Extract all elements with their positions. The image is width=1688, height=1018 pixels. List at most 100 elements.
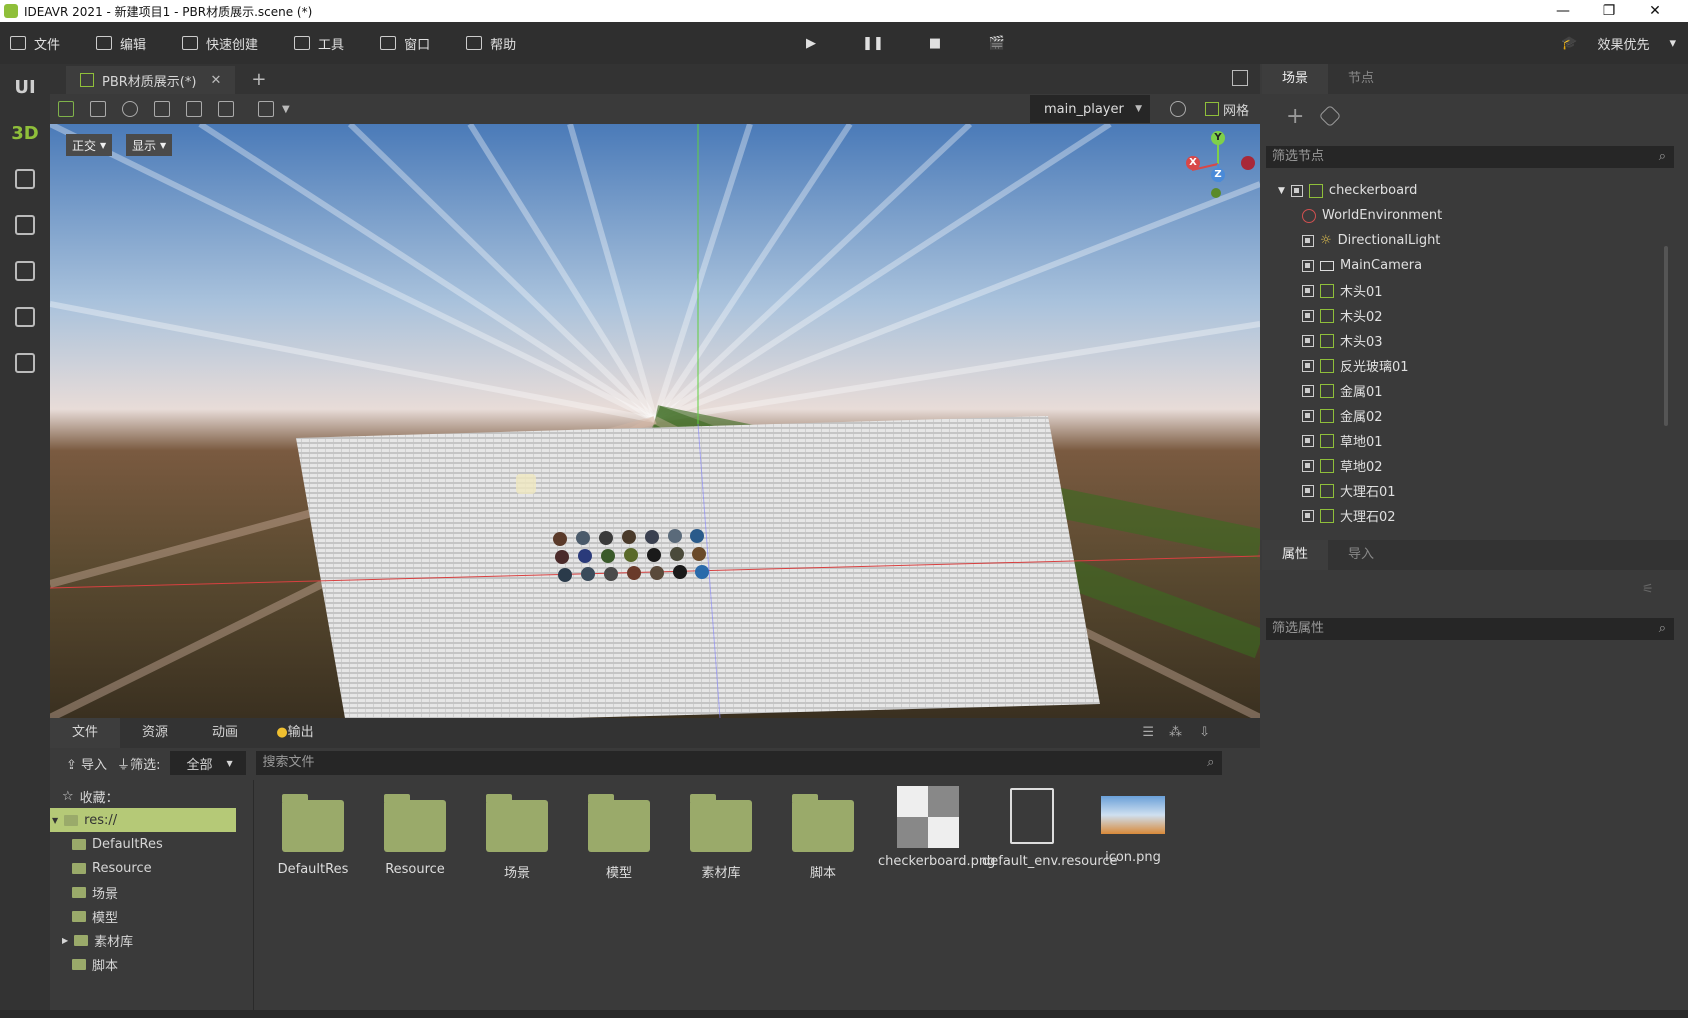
pause-icon[interactable]: ❚❚ <box>842 36 904 51</box>
display-mode-select[interactable]: 显示 ▼ <box>126 134 173 156</box>
player-select[interactable]: main_player ▼ <box>1030 95 1150 123</box>
settings-panel-button[interactable] <box>0 248 50 294</box>
tree-node-marble-01[interactable]: 大理石01 <box>1302 478 1396 503</box>
menu-tools[interactable]: 工具 <box>284 22 354 64</box>
tab-properties[interactable]: 属性 <box>1262 540 1328 570</box>
file-item[interactable]: default_env.resource <box>982 786 1118 869</box>
ruler-icon[interactable] <box>258 101 274 117</box>
dir-item-model[interactable]: 模型 <box>72 904 118 928</box>
tab-resources[interactable]: 资源 <box>120 718 190 748</box>
menu-edit[interactable]: 编辑 <box>86 22 156 64</box>
menu-window[interactable]: 窗口 <box>370 22 440 64</box>
visibility-checkbox[interactable] <box>1302 259 1314 272</box>
tree-node-glass-01[interactable]: 反光玻璃01 <box>1302 353 1409 378</box>
gizmo-z-axis[interactable]: Z <box>1211 168 1225 182</box>
grid-toggle[interactable]: 网格 <box>1205 95 1249 123</box>
dir-item-resource[interactable]: Resource <box>72 856 152 880</box>
close-icon[interactable]: ✕ <box>210 73 221 88</box>
select-tool-icon[interactable] <box>58 101 74 117</box>
visibility-checkbox[interactable] <box>1302 434 1314 447</box>
tab-output[interactable]: ●输出 <box>260 718 330 748</box>
dir-item-scene[interactable]: 场景 <box>72 880 118 904</box>
tree-node-wood-02[interactable]: 木头02 <box>1302 303 1383 328</box>
import-button[interactable]: ⇪ 导入 <box>66 754 107 773</box>
file-item[interactable]: 素材库 <box>674 786 768 881</box>
list-view-icon[interactable]: ☰ <box>1142 725 1154 740</box>
fullscreen-icon[interactable] <box>1232 70 1248 86</box>
file-item[interactable]: icon.png <box>1086 786 1180 865</box>
dir-item-res[interactable]: ▼ res:// <box>50 808 236 832</box>
tree-node-wood-01[interactable]: 木头01 <box>1302 278 1383 303</box>
quality-select[interactable]: 效果优先 <box>1597 34 1649 53</box>
play-icon[interactable]: ▶ <box>780 36 842 51</box>
axis-tool-icon[interactable] <box>186 101 202 117</box>
scale-tool-icon[interactable] <box>154 101 170 117</box>
file-item[interactable]: Resource <box>368 786 462 877</box>
tree-node-checkerboard[interactable]: ▼ checkerboard <box>1278 178 1417 203</box>
graduation-cap-icon[interactable]: 🎓 <box>1561 36 1577 51</box>
visibility-checkbox[interactable] <box>1302 484 1314 497</box>
menu-help[interactable]: 帮助 <box>456 22 526 64</box>
menu-quick-create[interactable]: 快速创建 <box>172 22 268 64</box>
node-filter-input[interactable]: 筛选节点 ⌕ <box>1266 146 1674 168</box>
tab-files[interactable]: 文件 <box>50 718 120 748</box>
favorites-item[interactable]: ☆ 收藏： <box>62 784 119 808</box>
rotate-tool-icon[interactable] <box>122 101 138 117</box>
tab-import[interactable]: 导入 <box>1328 540 1394 570</box>
file-item[interactable]: 场景 <box>470 786 564 881</box>
tree-node-directional-light[interactable]: ☼ DirectionalLight <box>1302 228 1440 253</box>
visibility-checkbox[interactable] <box>1302 334 1314 347</box>
file-item[interactable]: 脚本 <box>776 786 870 881</box>
visibility-checkbox[interactable] <box>1302 384 1314 397</box>
store-button[interactable] <box>0 202 50 248</box>
visibility-checkbox[interactable] <box>1290 184 1303 197</box>
chevron-down-icon[interactable]: ▼ <box>282 104 290 115</box>
tab-scene[interactable]: 场景 <box>1262 64 1328 94</box>
dir-item-library[interactable]: ▶ 素材库 <box>62 928 133 952</box>
tree-node-marble-02[interactable]: 大理石02 <box>1302 503 1396 528</box>
tree-node-world-environment[interactable]: WorldEnvironment <box>1302 203 1442 228</box>
visibility-checkbox[interactable] <box>1302 309 1314 322</box>
scene-tree-scrollbar[interactable] <box>1664 246 1668 426</box>
visibility-checkbox[interactable] <box>1302 409 1314 422</box>
gizmo-x-axis[interactable]: X <box>1186 156 1200 170</box>
tree-node-metal-01[interactable]: 金属01 <box>1302 378 1383 403</box>
tree-node-wood-03[interactable]: 木头03 <box>1302 328 1383 353</box>
chevron-right-icon[interactable]: ▶ <box>62 936 68 945</box>
gizmo-neg-y-dot[interactable] <box>1211 188 1221 198</box>
path-tool-button[interactable] <box>0 156 50 202</box>
file-item[interactable]: 模型 <box>572 786 666 881</box>
export-button[interactable] <box>0 294 50 340</box>
grid-view-icon[interactable]: ⁂ <box>1169 725 1182 740</box>
movie-icon[interactable]: 🎬 <box>966 36 1028 51</box>
file-filter-select[interactable]: 全部 ▼ <box>170 751 247 775</box>
download-icon[interactable]: ⇩ <box>1199 725 1210 740</box>
gizmo-y-axis[interactable]: Y <box>1211 131 1225 145</box>
chevron-down-icon[interactable]: ▼ <box>1278 186 1285 196</box>
tab-node[interactable]: 节点 <box>1328 64 1394 94</box>
gizmo-neg-x-dot[interactable] <box>1241 156 1255 170</box>
link-icon[interactable] <box>1318 104 1342 128</box>
visibility-checkbox[interactable] <box>1302 359 1314 372</box>
3d-viewport[interactable]: 正交 ▼ 显示 ▼ Y X Z <box>50 124 1260 718</box>
move-tool-icon[interactable] <box>90 101 106 117</box>
3d-mode-button[interactable]: 3D <box>0 110 50 156</box>
gear-icon[interactable] <box>1170 101 1186 117</box>
close-button[interactable]: ✕ <box>1632 0 1678 22</box>
tab-animation[interactable]: 动画 <box>190 718 260 748</box>
publish-button[interactable] <box>0 340 50 386</box>
tree-node-grass-02[interactable]: 草地02 <box>1302 453 1383 478</box>
ui-mode-button[interactable]: UI <box>0 64 50 110</box>
sliders-icon[interactable]: ⚟ <box>1642 582 1654 597</box>
view-mode-select[interactable]: 正交 ▼ <box>66 134 113 156</box>
visibility-checkbox[interactable] <box>1302 509 1314 522</box>
chevron-down-icon[interactable]: ▼ <box>52 816 58 825</box>
minimize-button[interactable]: — <box>1540 0 1586 22</box>
file-item[interactable]: checkerboard.png <box>878 786 995 869</box>
tree-node-metal-02[interactable]: 金属02 <box>1302 403 1383 428</box>
file-search-input[interactable]: 搜索文件 ⌕ <box>256 751 1223 775</box>
property-filter-input[interactable]: 筛选属性 ⌕ <box>1266 618 1674 640</box>
add-tab-button[interactable]: + <box>251 66 266 94</box>
add-node-button[interactable]: + <box>1286 104 1304 129</box>
chevron-down-icon[interactable]: ▾ <box>1669 36 1676 51</box>
